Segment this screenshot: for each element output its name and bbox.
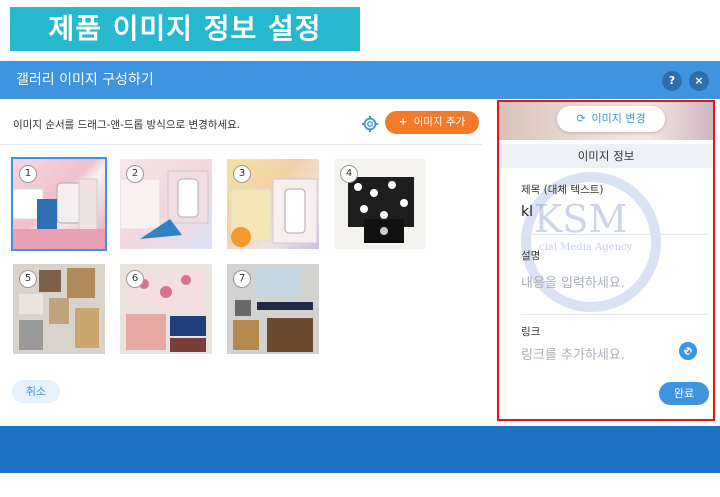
gear-icon[interactable] (361, 115, 379, 133)
close-button[interactable]: × (689, 71, 709, 91)
cancel-button[interactable]: 취소 (12, 380, 60, 403)
link-icon[interactable] (679, 342, 697, 360)
thumb-number: 3 (233, 165, 251, 183)
thumb-number: 4 (340, 165, 358, 183)
page-banner-title: 제품 이미지 정보 설정 (10, 7, 360, 51)
gallery-panel: 이미지 순서를 드래그-앤-드롭 방식으로 변경하세요. + 이미지 추가 1 (0, 99, 495, 432)
refresh-icon: ⟳ (576, 112, 586, 125)
image-info-panel: ⟳ 이미지 변경 이미지 정보 KSM cial Media Agency 제목 … (497, 100, 715, 421)
thumb-number: 6 (126, 270, 144, 288)
thumb-number: 1 (19, 165, 37, 183)
divider (521, 234, 707, 235)
gallery-thumb[interactable]: 2 (120, 159, 212, 249)
link-field[interactable]: 링크를 추가하세요. (521, 344, 625, 363)
gallery-thumb[interactable]: 5 (13, 264, 105, 354)
description-field-label: 설명 (521, 250, 541, 262)
gallery-thumb[interactable]: 4 (334, 159, 426, 249)
change-image-label: 이미지 변경 (591, 112, 646, 125)
help-button[interactable]: ? (662, 71, 682, 91)
gallery-thumb[interactable]: 3 (227, 159, 319, 249)
add-image-label: 이미지 추가 (413, 116, 466, 128)
description-field[interactable]: 내용을 입력하세요. (521, 272, 625, 291)
bottom-bar (0, 426, 720, 473)
thumb-number: 2 (126, 165, 144, 183)
add-image-button[interactable]: + 이미지 추가 (385, 111, 479, 134)
dialog-header: 갤러리 이미지 구성하기 ? × (0, 61, 720, 99)
thumb-number: 5 (19, 270, 37, 288)
thumb-number: 7 (233, 270, 251, 288)
plus-icon: + (398, 116, 408, 128)
dialog-title: 갤러리 이미지 구성하기 (16, 72, 154, 88)
divider (521, 314, 707, 315)
done-button[interactable]: 완료 (659, 382, 709, 405)
title-field[interactable]: kl (521, 204, 533, 220)
link-field-label: 링크 (521, 326, 541, 338)
gallery-thumb[interactable]: 7 (227, 264, 319, 354)
divider (0, 144, 482, 145)
gallery-thumb[interactable]: 6 (120, 264, 212, 354)
watermark-subtext: cial Media Agency (539, 242, 633, 253)
gallery-thumb[interactable]: 1 (11, 157, 107, 251)
title-field-label: 제목 (대체 텍스트) (521, 184, 604, 196)
change-image-button[interactable]: ⟳ 이미지 변경 (557, 106, 665, 132)
image-info-title: 이미지 정보 (499, 144, 713, 168)
reorder-instruction: 이미지 순서를 드래그-앤-드롭 방식으로 변경하세요. (13, 119, 241, 131)
